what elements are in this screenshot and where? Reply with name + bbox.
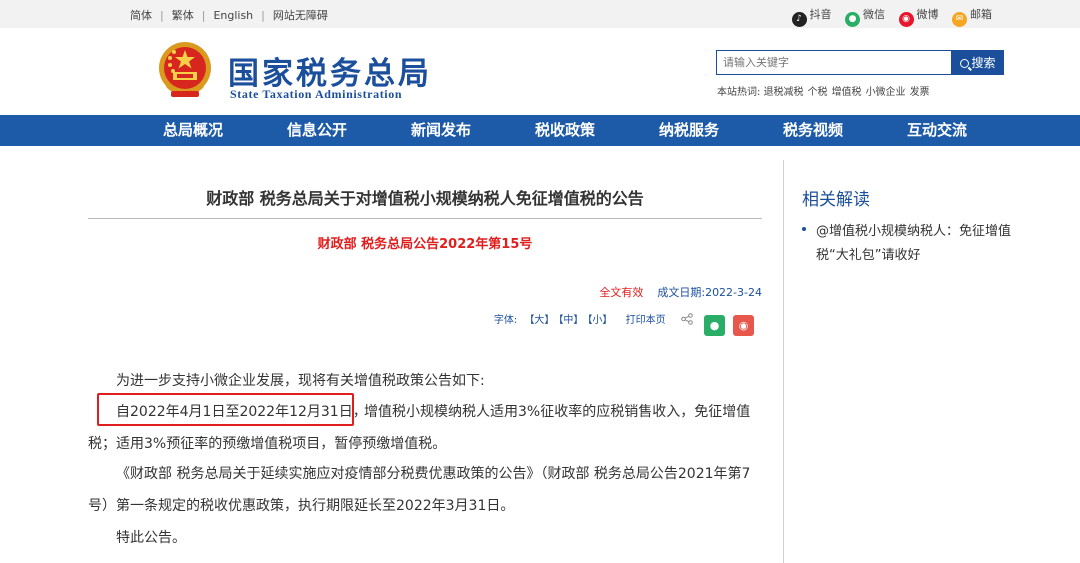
issue-date: 成文日期:2022-3-24 bbox=[657, 286, 762, 299]
font-size-small-button[interactable]: 【小】 bbox=[587, 315, 612, 326]
accessibility-link[interactable]: 网站无障碍 bbox=[273, 7, 328, 23]
hot-words-label: 本站热词: bbox=[717, 87, 761, 98]
highlight-box bbox=[97, 393, 354, 426]
main-nav: 总局概况 信息公开 新闻发布 税收政策 纳税服务 税务视频 互动交流 bbox=[0, 115, 1080, 146]
article-tools: 字体: 【大】 【中】 【小】 打印本页 ● ◉ bbox=[493, 310, 754, 336]
font-size-large-button[interactable]: 【大】 bbox=[524, 315, 554, 326]
bullet-icon bbox=[802, 227, 806, 231]
mail-icon: ✉ bbox=[952, 12, 967, 27]
related-interpretation-link[interactable]: @增值税小规模纳税人：免征增值税“大礼包”请收好 bbox=[816, 220, 1041, 268]
font-size-label: 字体: bbox=[493, 315, 518, 326]
nav-item-overview[interactable]: 总局概况 bbox=[163, 115, 223, 146]
lang-simplified-link[interactable]: 简体 bbox=[130, 7, 152, 23]
nav-item-tax-service[interactable]: 纳税服务 bbox=[659, 115, 719, 146]
paragraph-closing: 特此公告。 bbox=[116, 530, 186, 546]
hot-words: 本站热词: 退税减税 个税 增值税 小微企业 发票 bbox=[717, 83, 934, 98]
document-number: 财政部 税务总局公告2022年第15号 bbox=[317, 237, 533, 252]
hot-word-link[interactable]: 发票 bbox=[910, 87, 930, 98]
paragraph-extension: 《财政部 税务总局关于延续实施应对疫情部分税费优惠政策的公告》（财政部 税务总局… bbox=[116, 466, 751, 482]
douyin-icon: ♪ bbox=[791, 12, 807, 27]
share-icon[interactable] bbox=[681, 313, 693, 325]
mail-link[interactable]: ✉ 邮箱 bbox=[952, 6, 992, 27]
social-links: ♪ 抖音 ● 微信 ◉ 微博 ✉ 邮箱 bbox=[782, 6, 992, 27]
national-emblem-logo[interactable] bbox=[157, 40, 213, 100]
wechat-link[interactable]: ● 微信 bbox=[845, 6, 885, 27]
top-utility-bar: 简体 | 繁体 | English | 网站无障碍 ♪ 抖音 ● 微信 ◉ 微博 ✉ 邮箱 bbox=[0, 0, 1080, 28]
hot-word-link[interactable]: 小微企业 bbox=[866, 87, 906, 98]
validity-status: 全文有效 bbox=[599, 286, 644, 299]
nav-item-tax-video[interactable]: 税务视频 bbox=[783, 115, 843, 146]
weibo-link[interactable]: ◉ 微博 bbox=[898, 6, 939, 27]
nav-item-info-disclosure[interactable]: 信息公开 bbox=[287, 115, 347, 146]
title-divider bbox=[88, 218, 762, 219]
lang-english-link[interactable]: English bbox=[213, 9, 253, 22]
font-size-medium-button[interactable]: 【中】 bbox=[558, 315, 583, 326]
paragraph-extension-cont: 号）第一条规定的税收优惠政策，执行期限延长至2022年3月31日。 bbox=[88, 498, 515, 514]
search-input[interactable] bbox=[716, 50, 952, 75]
sidebar-title: 相关解读 bbox=[802, 190, 870, 210]
hot-word-link[interactable]: 个税 bbox=[808, 87, 828, 98]
douyin-link[interactable]: ♪ 抖音 bbox=[791, 6, 832, 27]
paragraph-exemption: 增值税小规模纳税人适用3%征收率的应税销售收入，免征增值 bbox=[364, 404, 751, 420]
nav-item-interaction[interactable]: 互动交流 bbox=[907, 115, 967, 146]
hot-word-link[interactable]: 增值税 bbox=[832, 87, 862, 98]
share-wechat-icon[interactable]: ● bbox=[704, 315, 725, 336]
hot-word-link[interactable]: 退税减税 bbox=[764, 87, 804, 98]
nav-item-news[interactable]: 新闻发布 bbox=[411, 115, 471, 146]
weibo-icon: ◉ bbox=[898, 12, 914, 27]
site-subtitle: State Taxation Administration bbox=[230, 87, 403, 101]
article-title: 财政部 税务总局关于对增值税小规模纳税人免征增值税的公告 bbox=[206, 189, 644, 208]
sidebar-divider bbox=[783, 160, 784, 563]
nav-item-tax-policy[interactable]: 税收政策 bbox=[535, 115, 595, 146]
article-meta: 全文有效 成文日期:2022-3-24 bbox=[599, 284, 762, 300]
print-button[interactable]: 打印本页 bbox=[626, 315, 666, 326]
search-button[interactable]: 搜索 bbox=[952, 50, 1004, 75]
share-weibo-icon[interactable]: ◉ bbox=[733, 315, 754, 336]
lang-traditional-link[interactable]: 繁体 bbox=[172, 7, 194, 23]
paragraph-exemption-cont: 税；适用3%预征率的预缴增值税项目，暂停预缴增值税。 bbox=[88, 436, 447, 452]
search-icon bbox=[960, 59, 970, 68]
language-switcher: 简体 | 繁体 | English | 网站无障碍 bbox=[130, 7, 328, 23]
wechat-icon: ● bbox=[845, 12, 860, 27]
paragraph-intro: 为进一步支持小微企业发展，现将有关增值税政策公告如下: bbox=[116, 373, 485, 389]
